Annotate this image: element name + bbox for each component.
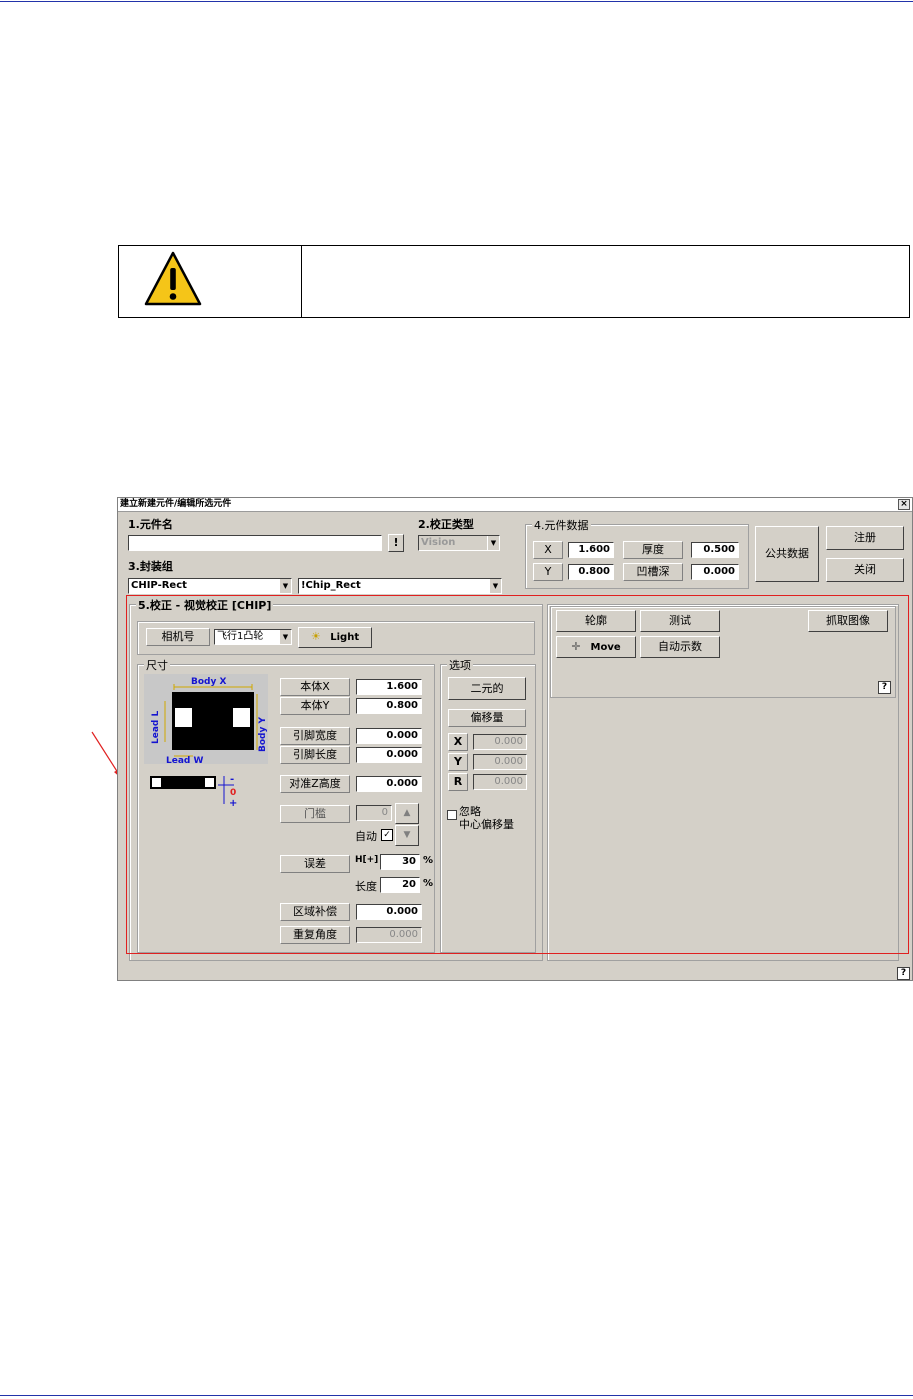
package-group-value: CHIP-Rect	[131, 580, 187, 591]
close-icon[interactable]: ×	[898, 499, 910, 510]
package-name-select[interactable]: !Chip_Rect ▼	[298, 578, 502, 594]
thickness-label: 厚度	[623, 541, 683, 559]
x-input[interactable]: 1.600	[568, 542, 614, 558]
footer-rule	[0, 1395, 913, 1396]
groove-depth-label: 凹槽深	[623, 563, 683, 581]
warning-divider	[301, 246, 302, 317]
chevron-down-icon: ▼	[489, 579, 501, 593]
header-rule	[0, 1, 913, 2]
groove-depth-input[interactable]: 0.000	[691, 564, 739, 580]
warning-icon	[144, 251, 202, 306]
close-button[interactable]: 关闭	[826, 558, 904, 582]
component-name-label: 1.元件名	[128, 518, 173, 531]
register-button[interactable]: 注册	[826, 526, 904, 550]
thickness-input[interactable]: 0.500	[691, 542, 739, 558]
help-icon[interactable]: ?	[897, 967, 910, 980]
chevron-down-icon: ▼	[487, 536, 499, 550]
package-group-select[interactable]: CHIP-Rect ▼	[128, 578, 292, 594]
y-input[interactable]: 0.800	[568, 564, 614, 580]
package-name-value: !Chip_Rect	[301, 580, 361, 591]
title-bar: 建立新建元件/编辑所选元件 ×	[118, 498, 912, 512]
package-group-label: 3.封装组	[128, 560, 173, 573]
calibration-type-label: 2.校正类型	[418, 518, 474, 531]
highlight-frame	[126, 595, 909, 954]
component-editor-dialog: 建立新建元件/编辑所选元件 × 1.元件名 ! 2.校正类型 Vision ▼ …	[117, 497, 913, 981]
chevron-down-icon: ▼	[279, 579, 291, 593]
exclaim-button[interactable]: !	[388, 534, 404, 552]
common-data-button[interactable]: 公共数据	[755, 526, 819, 582]
warning-note-box	[118, 245, 910, 318]
component-data-label: 4.元件数据	[532, 517, 591, 533]
calibration-type-value: Vision	[421, 537, 456, 548]
component-name-input[interactable]	[128, 535, 382, 551]
x-label: X	[533, 541, 563, 559]
window-title: 建立新建元件/编辑所选元件	[120, 499, 232, 509]
y-label: Y	[533, 563, 563, 581]
calibration-type-select[interactable]: Vision ▼	[418, 535, 500, 551]
